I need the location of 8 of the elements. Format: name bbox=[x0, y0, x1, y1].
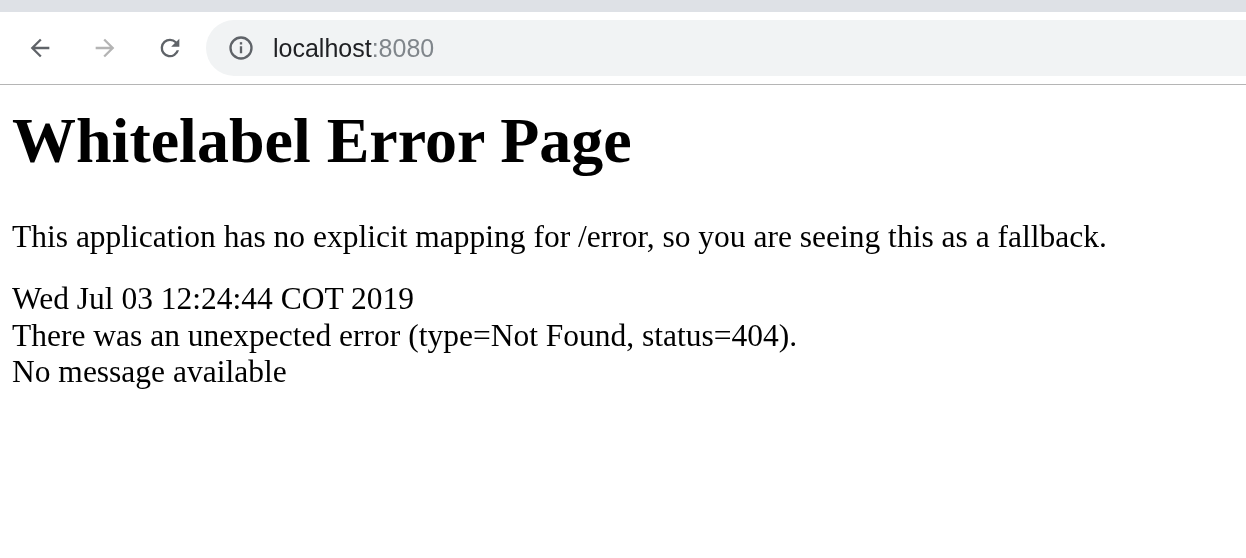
url-text: localhost:8080 bbox=[273, 33, 435, 63]
error-detail: No message available bbox=[12, 354, 288, 391]
error-detail: There was an unexpected error (type=Not Found, status=404). bbox=[12, 317, 799, 354]
page-heading: Whitelabel Error Page bbox=[12, 105, 633, 177]
address-bar[interactable]: localhost:8080 bbox=[206, 20, 1246, 76]
info-icon[interactable] bbox=[227, 34, 255, 62]
error-detail: Wed Jul 03 12:24:44 COT 2019 bbox=[12, 281, 415, 318]
error-message: This application has no explicit mapping for /error, so you are seeing this as a fallback. bbox=[12, 219, 1108, 255]
